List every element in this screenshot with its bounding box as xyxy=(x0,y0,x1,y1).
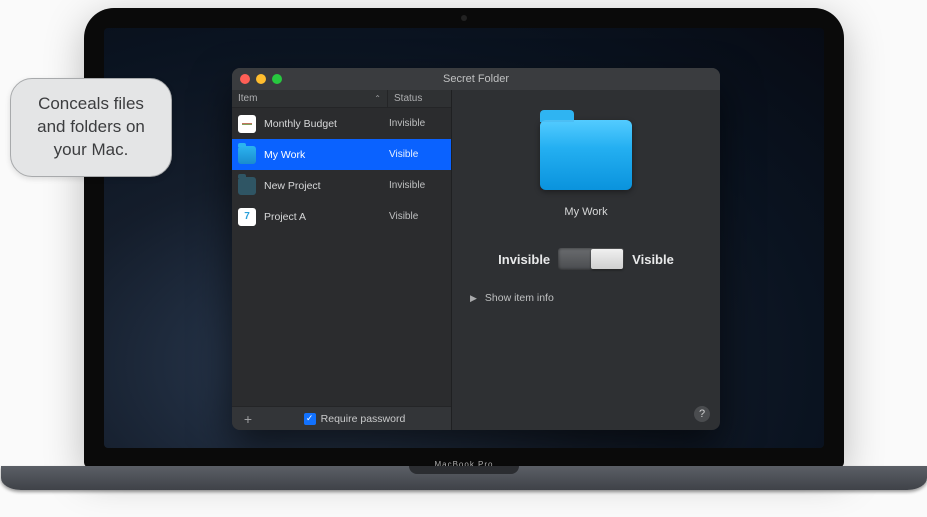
minimize-icon[interactable] xyxy=(256,74,266,84)
column-header-item[interactable]: Item ⌃ xyxy=(232,90,387,107)
table-row[interactable]: New Project Invisible xyxy=(232,170,451,201)
table-row[interactable]: My Work Visible xyxy=(232,139,451,170)
help-icon: ? xyxy=(699,408,705,420)
toggle-knob xyxy=(591,249,623,269)
zoom-icon[interactable] xyxy=(272,74,282,84)
row-status: Invisible xyxy=(389,118,445,129)
detail-panel: My Work Invisible Visible ▶ Show item in… xyxy=(452,90,720,430)
list-footer: + ✓ Require password xyxy=(232,406,451,430)
trackpad-notch xyxy=(409,466,519,474)
plus-icon: + xyxy=(244,411,252,427)
toggle-left-label: Invisible xyxy=(498,252,550,267)
app-body: Item ⌃ Status Monthly Budget Inv xyxy=(232,90,720,430)
visibility-toggle[interactable] xyxy=(558,248,624,270)
column-header-item-label: Item xyxy=(238,93,257,104)
row-status: Visible xyxy=(389,149,445,160)
row-status: Visible xyxy=(389,211,445,222)
column-header-status-label: Status xyxy=(394,93,422,104)
row-status: Invisible xyxy=(389,180,445,191)
show-item-info-label: Show item info xyxy=(485,292,554,304)
document-icon: 7 xyxy=(238,208,256,226)
close-icon[interactable] xyxy=(240,74,250,84)
preview-folder-icon xyxy=(540,120,632,190)
promo-callout: Conceals files and folders on your Mac. xyxy=(10,78,172,177)
row-name: Project A xyxy=(264,211,381,223)
camera-dot xyxy=(461,15,467,21)
visibility-toggle-row: Invisible Visible xyxy=(498,248,674,270)
column-header-status[interactable]: Status xyxy=(387,90,451,107)
item-list-panel: Item ⌃ Status Monthly Budget Inv xyxy=(232,90,452,430)
row-name: My Work xyxy=(264,149,381,161)
titlebar[interactable]: Secret Folder xyxy=(232,68,720,90)
laptop-frame: Secret Folder Item ⌃ Status xyxy=(84,8,844,508)
promo-callout-text: Conceals files and folders on your Mac. xyxy=(37,94,145,159)
window-controls xyxy=(240,74,282,84)
help-button[interactable]: ? xyxy=(694,406,710,422)
show-item-info-row[interactable]: ▶ Show item info xyxy=(470,292,554,304)
preview-item-name: My Work xyxy=(564,206,607,218)
disclosure-triangle-icon: ▶ xyxy=(470,293,477,304)
spreadsheet-icon xyxy=(238,115,256,133)
require-password-option[interactable]: ✓ Require password xyxy=(304,413,406,425)
folder-icon xyxy=(238,177,256,195)
window-title: Secret Folder xyxy=(232,73,720,85)
table-row[interactable]: 7 Project A Visible xyxy=(232,201,451,232)
laptop-base xyxy=(1,466,927,490)
table-header: Item ⌃ Status xyxy=(232,90,451,108)
app-window: Secret Folder Item ⌃ Status xyxy=(232,68,720,430)
add-item-button[interactable]: + xyxy=(240,411,256,427)
folder-icon xyxy=(238,146,256,164)
table-row[interactable]: Monthly Budget Invisible xyxy=(232,108,451,139)
row-name: Monthly Budget xyxy=(264,118,381,130)
table-body: Monthly Budget Invisible My Work Visible… xyxy=(232,108,451,406)
checkbox-icon[interactable]: ✓ xyxy=(304,413,316,425)
desktop-wallpaper: Secret Folder Item ⌃ Status xyxy=(104,28,824,448)
sort-caret-icon: ⌃ xyxy=(374,94,381,103)
toggle-right-label: Visible xyxy=(632,252,674,267)
row-name: New Project xyxy=(264,180,381,192)
screen-bezel: Secret Folder Item ⌃ Status xyxy=(84,8,844,468)
require-password-label: Require password xyxy=(321,413,406,425)
